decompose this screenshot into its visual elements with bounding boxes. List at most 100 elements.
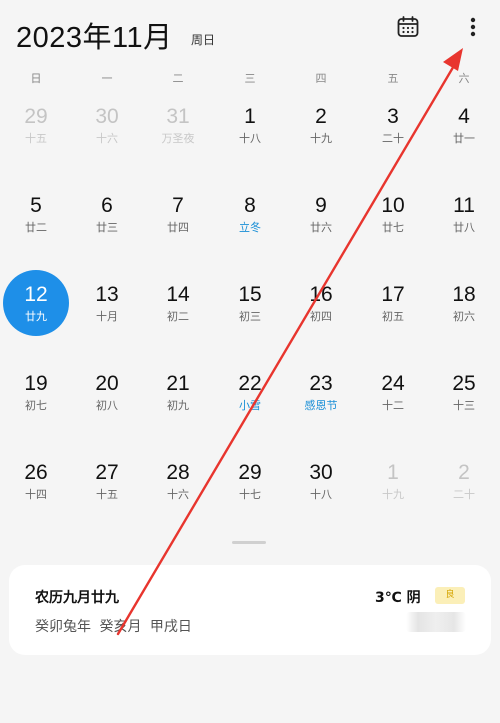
day-lunar-label: 廿七	[382, 221, 404, 234]
day-cell[interactable]: 11 廿八	[432, 184, 496, 254]
day-cell[interactable]: 15 初三	[218, 273, 282, 343]
day-cell[interactable]: 7 廿四	[146, 184, 210, 254]
day-detail-card[interactable]: 农历九月廿九 癸卯兔年 癸亥月 甲戌日 3℃ 阴 良	[9, 565, 491, 655]
current-weekday: 周日	[191, 33, 216, 47]
day-number: 30	[309, 461, 333, 484]
calendar-icon	[397, 16, 419, 37]
day-number: 14	[166, 283, 190, 306]
day-cell[interactable]: 1 十八	[218, 95, 282, 165]
today-calendar-button[interactable]	[393, 12, 423, 42]
blurred-region	[406, 612, 466, 632]
day-cell[interactable]: 29 十七	[218, 451, 282, 521]
day-cell[interactable]: 13 十月	[75, 273, 139, 343]
day-lunar-label: 廿二	[25, 221, 47, 234]
day-lunar-label: 十九	[382, 488, 404, 501]
weekday-label: 五	[387, 72, 399, 85]
day-lunar-label: 十九	[310, 132, 332, 145]
day-cell[interactable]: 16 初四	[289, 273, 353, 343]
day-cell[interactable]: 27 十五	[75, 451, 139, 521]
day-number: 20	[95, 372, 119, 395]
day-lunar-label: 十六	[96, 132, 118, 145]
day-lunar-label: 十八	[239, 132, 261, 145]
day-cell[interactable]: 19 初七	[4, 362, 68, 432]
day-cell[interactable]: 26 十四	[4, 451, 68, 521]
day-lunar-label: 初三	[239, 310, 261, 323]
lunar-date: 农历九月廿九	[35, 590, 119, 606]
day-number: 23	[309, 372, 333, 395]
day-festival-label: 感恩节	[304, 399, 338, 412]
app-header: 2023年11月 周日	[0, 0, 500, 68]
more-options-button[interactable]	[458, 12, 488, 42]
day-cell[interactable]: 4 廿一	[432, 95, 496, 165]
day-lunar-label: 初二	[167, 310, 189, 323]
day-cell[interactable]: 22 小雪	[218, 362, 282, 432]
day-lunar-label: 二十	[382, 132, 404, 145]
day-number: 1	[387, 461, 399, 484]
day-lunar-label: 十七	[239, 488, 261, 501]
day-number: 2	[458, 461, 470, 484]
day-cell[interactable]: 17 初五	[361, 273, 425, 343]
day-number: 12	[24, 283, 48, 306]
day-cell[interactable]: 23 感恩节	[289, 362, 353, 432]
day-lunar-label: 廿八	[453, 221, 475, 234]
day-number: 13	[95, 283, 119, 306]
day-number: 18	[452, 283, 476, 306]
day-cell[interactable]: 28 十六	[146, 451, 210, 521]
day-number: 7	[172, 194, 184, 217]
month-grid: 29 十五 30 十六 31 万圣夜 1 十八 2 十九 3 二十 4 廿一 5 廿二 6 廿三 7 廿四 8 立冬 9 廿六…	[0, 95, 500, 545]
drag-handle[interactable]	[232, 541, 266, 544]
day-number: 24	[381, 372, 405, 395]
day-number: 26	[24, 461, 48, 484]
month-title[interactable]: 2023年11月	[16, 14, 173, 56]
day-cell-today[interactable]: 12 廿九	[3, 270, 69, 343]
day-festival-label: 立冬	[239, 221, 261, 234]
day-cell[interactable]: 6 廿三	[75, 184, 139, 254]
day-lunar-label: 万圣夜	[161, 132, 195, 145]
day-cell[interactable]: 9 廿六	[289, 184, 353, 254]
day-cell[interactable]: 2 十九	[289, 95, 353, 165]
day-number: 19	[24, 372, 48, 395]
day-number: 2	[315, 105, 327, 128]
day-cell[interactable]: 24 十二	[361, 362, 425, 432]
day-lunar-label: 初九	[167, 399, 189, 412]
weekday-header-row: 日 一 二 三 四 五 六	[0, 70, 500, 90]
day-lunar-label: 十二	[382, 399, 404, 412]
weekday-label: 四	[315, 72, 327, 85]
day-cell[interactable]: 30 十八	[289, 451, 353, 521]
day-lunar-label: 十五	[96, 488, 118, 501]
day-cell[interactable]: 5 廿二	[4, 184, 68, 254]
day-lunar-label: 廿六	[310, 221, 332, 234]
day-lunar-label: 十五	[25, 132, 47, 145]
day-cell[interactable]: 25 十三	[432, 362, 496, 432]
day-number: 11	[453, 194, 475, 217]
day-number: 9	[315, 194, 327, 217]
day-cell[interactable]: 31 万圣夜	[146, 95, 210, 165]
day-lunar-label: 二十	[453, 488, 475, 501]
day-lunar-label: 十四	[25, 488, 47, 501]
day-lunar-label: 十八	[310, 488, 332, 501]
day-cell[interactable]: 30 十六	[75, 95, 139, 165]
day-cell[interactable]: 20 初八	[75, 362, 139, 432]
day-cell[interactable]: 10 廿七	[361, 184, 425, 254]
day-lunar-label: 十六	[167, 488, 189, 501]
weekday-label: 日	[30, 72, 42, 85]
day-number: 25	[452, 372, 476, 395]
day-number: 22	[238, 372, 262, 395]
weather-summary[interactable]: 3℃ 阴	[375, 587, 421, 607]
day-festival-label: 小雪	[239, 399, 261, 412]
day-cell[interactable]: 1 十九	[361, 451, 425, 521]
day-number: 31	[166, 105, 190, 128]
day-lunar-label: 廿四	[167, 221, 189, 234]
weekday-label: 二	[172, 72, 184, 85]
day-lunar-label: 初五	[382, 310, 404, 323]
day-cell[interactable]: 29 十五	[4, 95, 68, 165]
day-cell[interactable]: 8 立冬	[218, 184, 282, 254]
day-cell[interactable]: 14 初二	[146, 273, 210, 343]
day-cell[interactable]: 2 二十	[432, 451, 496, 521]
day-cell[interactable]: 3 二十	[361, 95, 425, 165]
day-cell[interactable]: 18 初六	[432, 273, 496, 343]
day-number: 27	[95, 461, 119, 484]
day-number: 29	[238, 461, 262, 484]
day-number: 28	[166, 461, 190, 484]
day-cell[interactable]: 21 初九	[146, 362, 210, 432]
